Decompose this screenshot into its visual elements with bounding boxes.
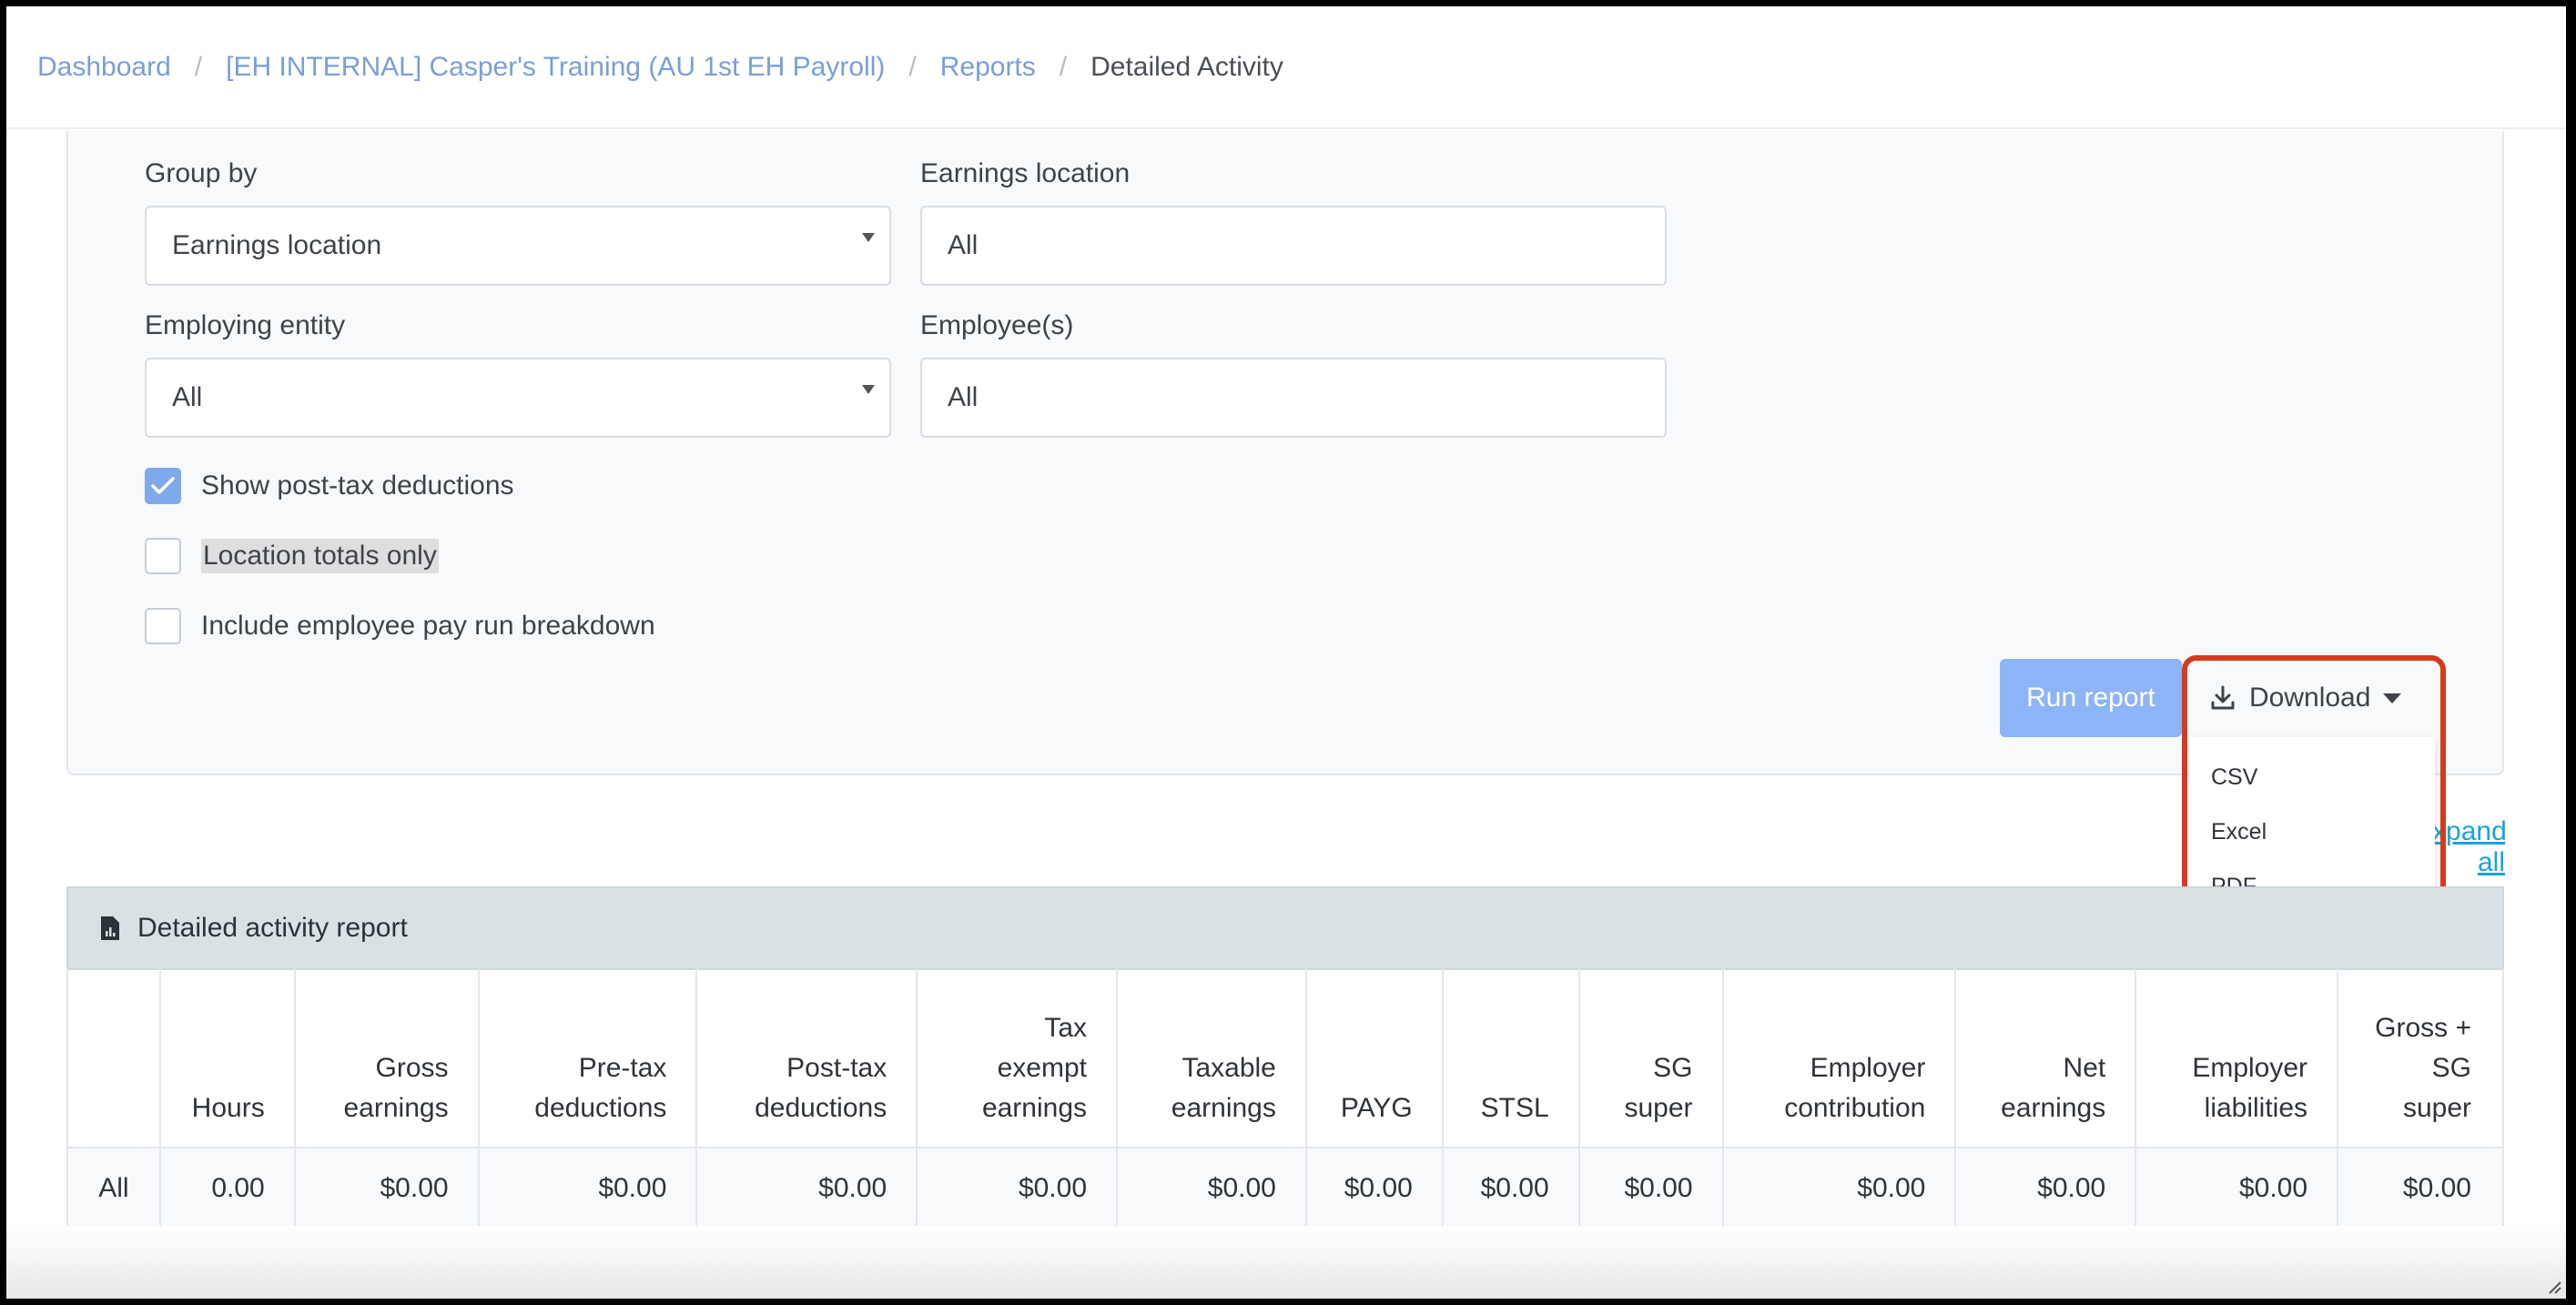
table-cell: 0.00 [159, 1148, 296, 1230]
earnings-location-label: Earnings location [920, 158, 1131, 188]
breadcrumb-separator: / [908, 51, 917, 82]
caret-down-icon [2383, 693, 2402, 703]
table-cell: All [66, 1148, 161, 1230]
download-icon [2211, 685, 2235, 710]
column-header-employer-contribution: Employer contribution [1722, 968, 1957, 1148]
column-header-tax-exempt-earnings: Tax exempt earnings [917, 968, 1119, 1148]
column-header-taxable-earnings: Taxable earnings [1117, 968, 1307, 1148]
report-title: Detailed activity report [137, 913, 408, 943]
table-cell: $0.00 [2338, 1148, 2504, 1230]
include-pay-run-breakdown-checkbox[interactable] [145, 608, 181, 644]
include-pay-run-breakdown-option[interactable]: Include employee pay run breakdown [145, 608, 655, 644]
column-header-gross-plus-sg-super: Gross + SG super [2338, 968, 2504, 1148]
window-bottom-edge [6, 1226, 2566, 1299]
checkmark-icon [151, 477, 175, 494]
run-report-button[interactable]: Run report [2000, 659, 2182, 737]
show-post-tax-deductions-checkbox[interactable] [145, 468, 181, 504]
breadcrumb: Dashboard / [EH INTERNAL] Casper's Train… [6, 6, 2566, 129]
table-cell: $0.00 [2135, 1148, 2339, 1230]
table-cell: $0.00 [1305, 1148, 1444, 1230]
employing-entity-select[interactable]: All [145, 358, 891, 438]
employees-input[interactable]: All [920, 358, 1667, 438]
column-header-sg-super: SG super [1578, 968, 1724, 1148]
column-header-stsl: STSL [1442, 968, 1580, 1148]
earnings-location-value: All [948, 230, 979, 260]
employing-entity-label: Employing entity [145, 310, 346, 340]
table-cell: $0.00 [1722, 1148, 1957, 1230]
table-cell: $0.00 [294, 1148, 480, 1230]
download-button[interactable]: Download [2189, 659, 2426, 737]
column-header-employer-liabilities: Employer liabilities [2135, 968, 2339, 1148]
report-header: Detailed activity report [66, 886, 2504, 970]
download-excel-option[interactable]: Excel [2211, 819, 2267, 845]
table-header-row: Hours Gross earnings Pre-tax deductions Po… [66, 968, 2504, 1148]
table-cell: $0.00 [696, 1148, 918, 1230]
resize-grip-icon[interactable] [2546, 1279, 2562, 1295]
table-cell: $0.00 [478, 1148, 698, 1230]
table-cell: $0.00 [1117, 1148, 1307, 1230]
table-cell: $0.00 [1578, 1148, 1724, 1230]
column-header-pre-tax-deductions: Pre-tax deductions [478, 968, 698, 1148]
table-cell: $0.00 [1442, 1148, 1580, 1230]
column-header-hours: Hours [159, 968, 296, 1148]
column-header-payg: PAYG [1305, 968, 1444, 1148]
chevron-down-icon [862, 233, 875, 242]
employees-label: Employee(s) [920, 310, 1074, 340]
breadcrumb-business[interactable]: [EH INTERNAL] Casper's Training (AU 1st … [226, 52, 885, 83]
column-header-post-tax-deductions: Post-tax deductions [696, 968, 918, 1148]
chevron-down-icon [862, 385, 875, 394]
show-post-tax-deductions-option[interactable]: Show post-tax deductions [145, 468, 514, 504]
report-icon [101, 916, 119, 940]
location-totals-only-checkbox[interactable] [145, 538, 181, 574]
table-row: All 0.00 $0.00 $0.00 $0.00 $0.00 $0.00 $… [66, 1148, 2504, 1230]
column-header-gross-earnings: Gross earnings [294, 968, 480, 1148]
download-button-label: Download [2249, 683, 2371, 713]
column-header [66, 968, 161, 1148]
group-by-label: Group by [145, 158, 258, 188]
breadcrumb-separator: / [1059, 51, 1068, 82]
column-header-net-earnings: Net earnings [1955, 968, 2137, 1148]
breadcrumb-current: Detailed Activity [1090, 51, 1283, 82]
app-window: Dashboard / [EH INTERNAL] Casper's Train… [6, 6, 2566, 1299]
breadcrumb-dashboard[interactable]: Dashboard [37, 52, 171, 83]
breadcrumb-reports[interactable]: Reports [940, 52, 1036, 83]
employing-entity-value: All [172, 382, 203, 412]
location-totals-only-option[interactable]: Location totals only [145, 538, 439, 574]
show-post-tax-deductions-label: Show post-tax deductions [201, 470, 514, 501]
download-csv-option[interactable]: CSV [2211, 764, 2257, 791]
location-totals-only-label: Location totals only [201, 539, 439, 573]
report-table: Hours Gross earnings Pre-tax deductions Po… [66, 968, 2504, 1230]
group-by-value: Earnings location [172, 230, 382, 260]
group-by-select[interactable]: Earnings location [145, 206, 891, 286]
breadcrumb-separator: / [194, 51, 203, 82]
table-cell: $0.00 [1955, 1148, 2137, 1230]
include-pay-run-breakdown-label: Include employee pay run breakdown [201, 611, 655, 641]
earnings-location-input[interactable]: All [920, 206, 1667, 286]
employees-value: All [948, 382, 979, 412]
table-cell: $0.00 [917, 1148, 1119, 1230]
